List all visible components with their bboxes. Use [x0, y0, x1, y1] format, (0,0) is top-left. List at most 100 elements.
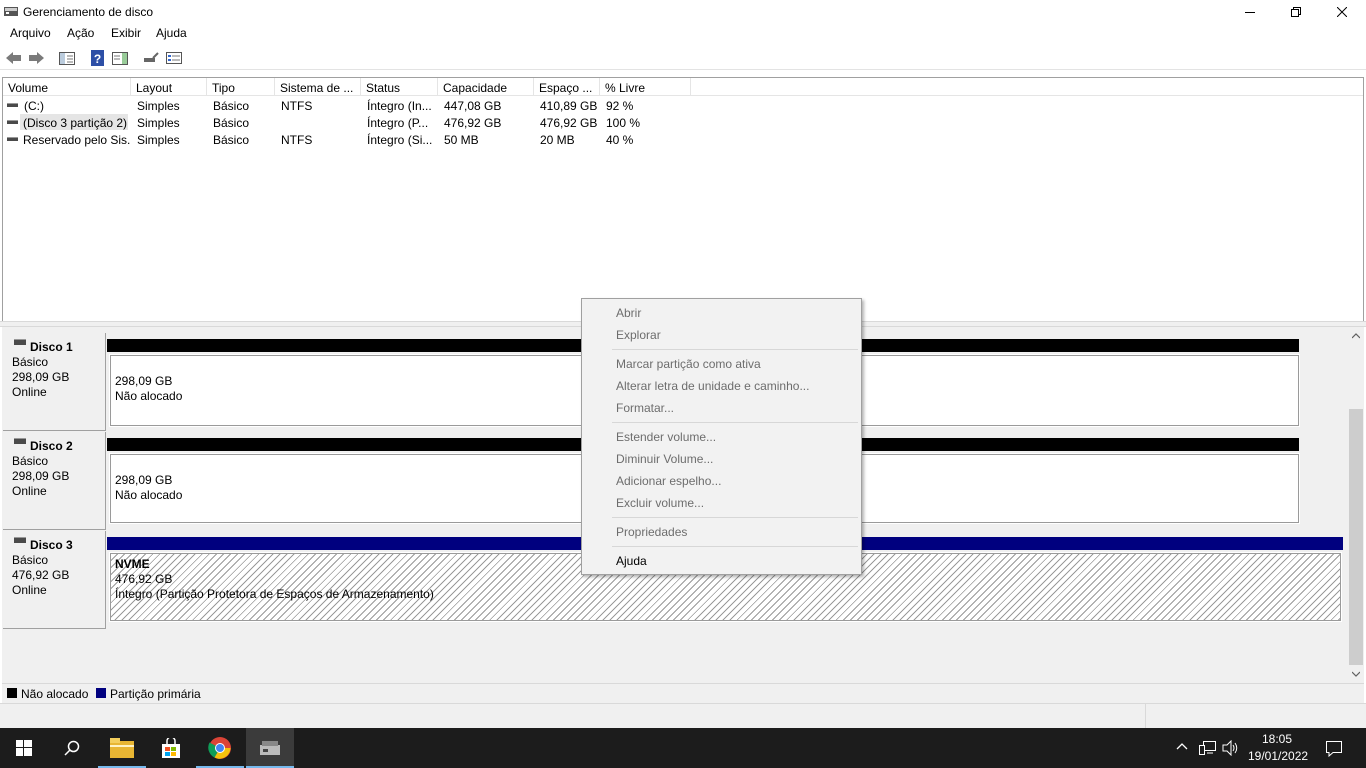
disk-management-icon — [260, 741, 280, 755]
menu-bar: Arquivo Ação Exibir Ajuda — [0, 23, 1366, 45]
disk-name-text: Disco 1 — [30, 340, 73, 354]
network-icon[interactable] — [1199, 740, 1217, 756]
windows-logo-icon — [16, 740, 32, 756]
taskbar-file-explorer[interactable] — [98, 728, 146, 768]
column-header-sistema[interactable]: Sistema de ... — [275, 78, 361, 96]
menu-acao[interactable]: Ação — [67, 26, 94, 40]
menu-item-diminuir[interactable]: Diminuir Volume... — [616, 452, 713, 466]
taskbar: 18:05 19/01/2022 — [0, 728, 1366, 768]
volume-name: Reservado pelo Sis... — [23, 133, 131, 147]
volume-layout: Simples — [137, 116, 180, 130]
scroll-up-icon[interactable] — [1352, 333, 1360, 339]
disk-management-window: Gerenciamento de disco Arquivo Ação Exib… — [0, 0, 1366, 728]
volume-list-pane: Volume Layout Tipo Sistema de ... Status… — [2, 77, 1364, 321]
volume-row[interactable]: (Disco 3 partição 2) Simples Básico Ínte… — [3, 114, 703, 131]
legend-unallocated: Não alocado — [7, 687, 88, 701]
close-button[interactable] — [1319, 0, 1365, 23]
menu-item-estender[interactable]: Estender volume... — [616, 430, 716, 444]
volume-status: Íntegro (Si... — [367, 133, 433, 147]
menu-item-propriedades[interactable]: Propriedades — [616, 525, 687, 539]
legend-bar: Não alocado Partição primária — [2, 683, 1364, 703]
menu-item-formatar[interactable]: Formatar... — [616, 401, 674, 415]
column-header-capacidade[interactable]: Capacidade — [438, 78, 534, 96]
menu-item-explorar[interactable]: Explorar — [616, 328, 661, 342]
menu-item-excluir[interactable]: Excluir volume... — [616, 496, 704, 510]
column-header-layout[interactable]: Layout — [131, 78, 207, 96]
disk-1-label[interactable]: Disco 1 Básico 298,09 GB Online — [3, 333, 106, 431]
volume-name: (C:) — [24, 99, 44, 113]
volume-row[interactable]: (C:) Simples Básico NTFS Íntegro (In... … — [3, 97, 703, 114]
disk-size: 298,09 GB — [12, 469, 70, 483]
disk-type: Básico — [12, 553, 49, 567]
volume-capacity: 476,92 GB — [444, 116, 502, 130]
volume-type: Básico — [213, 133, 250, 147]
column-header-livre[interactable]: % Livre — [600, 78, 691, 96]
volume-free-percent: 100 % — [606, 116, 641, 130]
show-hide-action-pane-icon[interactable] — [111, 50, 129, 66]
action-center-icon[interactable] — [1325, 740, 1343, 757]
scroll-down-icon[interactable] — [1352, 671, 1360, 677]
disk-state: Online — [12, 583, 47, 597]
scrollbar-thumb[interactable] — [1349, 409, 1363, 665]
column-header-volume[interactable]: Volume — [3, 78, 131, 96]
title-bar[interactable]: Gerenciamento de disco — [0, 0, 1366, 23]
disk-type: Básico — [12, 355, 49, 369]
taskbar-chrome[interactable] — [196, 728, 244, 768]
start-button[interactable] — [0, 728, 48, 768]
disk-3-label[interactable]: Disco 3 Básico 476,92 GB Online — [3, 531, 106, 629]
volume-capacity: 50 MB — [444, 133, 479, 147]
menu-exibir[interactable]: Exibir — [111, 26, 141, 40]
menu-arquivo[interactable]: Arquivo — [10, 26, 51, 40]
search-button[interactable] — [48, 728, 96, 768]
disk-2-label[interactable]: Disco 2 Básico 298,09 GB Online — [3, 432, 106, 530]
taskbar-disk-management[interactable] — [246, 728, 294, 768]
minimize-button[interactable] — [1227, 0, 1273, 23]
disk-name-text: Disco 3 — [30, 538, 73, 552]
column-header-tipo[interactable]: Tipo — [207, 78, 275, 96]
svg-text:?: ? — [94, 52, 101, 66]
menu-ajuda[interactable]: Ajuda — [156, 26, 187, 40]
minimize-icon — [1245, 11, 1255, 13]
disk-icon — [14, 339, 26, 345]
disk-name: Disco 2 — [12, 438, 105, 454]
unallocated-swatch — [7, 688, 17, 698]
volume-row[interactable]: Reservado pelo Sis... Simples Básico NTF… — [3, 131, 703, 148]
volume-filesystem: NTFS — [281, 133, 313, 147]
menu-item-ajuda[interactable]: Ajuda — [616, 554, 647, 568]
disk-name-text: Disco 2 — [30, 439, 73, 453]
help-icon[interactable]: ? — [89, 50, 107, 66]
primary-swatch — [96, 688, 106, 698]
menu-item-adicionar-espelho[interactable]: Adicionar espelho... — [616, 474, 721, 488]
volume-capacity: 447,08 GB — [444, 99, 502, 113]
forward-arrow-icon[interactable] — [27, 50, 45, 66]
menu-item-abrir[interactable]: Abrir — [616, 306, 641, 320]
back-arrow-icon[interactable] — [5, 50, 23, 66]
volume-free-space: 410,89 GB — [540, 99, 598, 113]
menu-item-alterar-letra[interactable]: Alterar letra de unidade e caminho... — [616, 379, 809, 393]
column-header-espaco[interactable]: Espaço ... — [534, 78, 600, 96]
context-menu: Abrir Explorar Marcar partição como ativ… — [581, 298, 862, 575]
disk-state: Online — [12, 484, 47, 498]
file-explorer-icon — [110, 738, 134, 758]
properties-icon[interactable] — [165, 50, 183, 66]
clock-time[interactable]: 18:05 — [1262, 732, 1292, 746]
show-hide-console-tree-icon[interactable] — [58, 50, 76, 66]
vertical-scrollbar[interactable] — [1348, 327, 1364, 683]
volume-drive-icon — [7, 103, 18, 107]
taskbar-store[interactable] — [147, 728, 195, 768]
volume-type: Básico — [213, 99, 250, 113]
window-title: Gerenciamento de disco — [23, 5, 154, 19]
clock-date[interactable]: 19/01/2022 — [1248, 749, 1308, 763]
volume-speaker-icon[interactable] — [1222, 740, 1240, 756]
status-divider — [1145, 704, 1146, 728]
disk-name: Disco 3 — [12, 537, 105, 553]
menu-item-marcar-ativa[interactable]: Marcar partição como ativa — [616, 357, 761, 371]
disk-state: Online — [12, 385, 47, 399]
restore-button[interactable] — [1273, 0, 1319, 23]
volume-status: Íntegro (In... — [367, 99, 432, 113]
volume-name: (Disco 3 partição 2) — [20, 114, 128, 130]
legend-primary-label: Partição primária — [110, 687, 201, 701]
show-hidden-icons-chevron-icon[interactable] — [1176, 742, 1188, 750]
column-header-status[interactable]: Status — [361, 78, 438, 96]
connect-disk-icon[interactable] — [142, 50, 160, 66]
